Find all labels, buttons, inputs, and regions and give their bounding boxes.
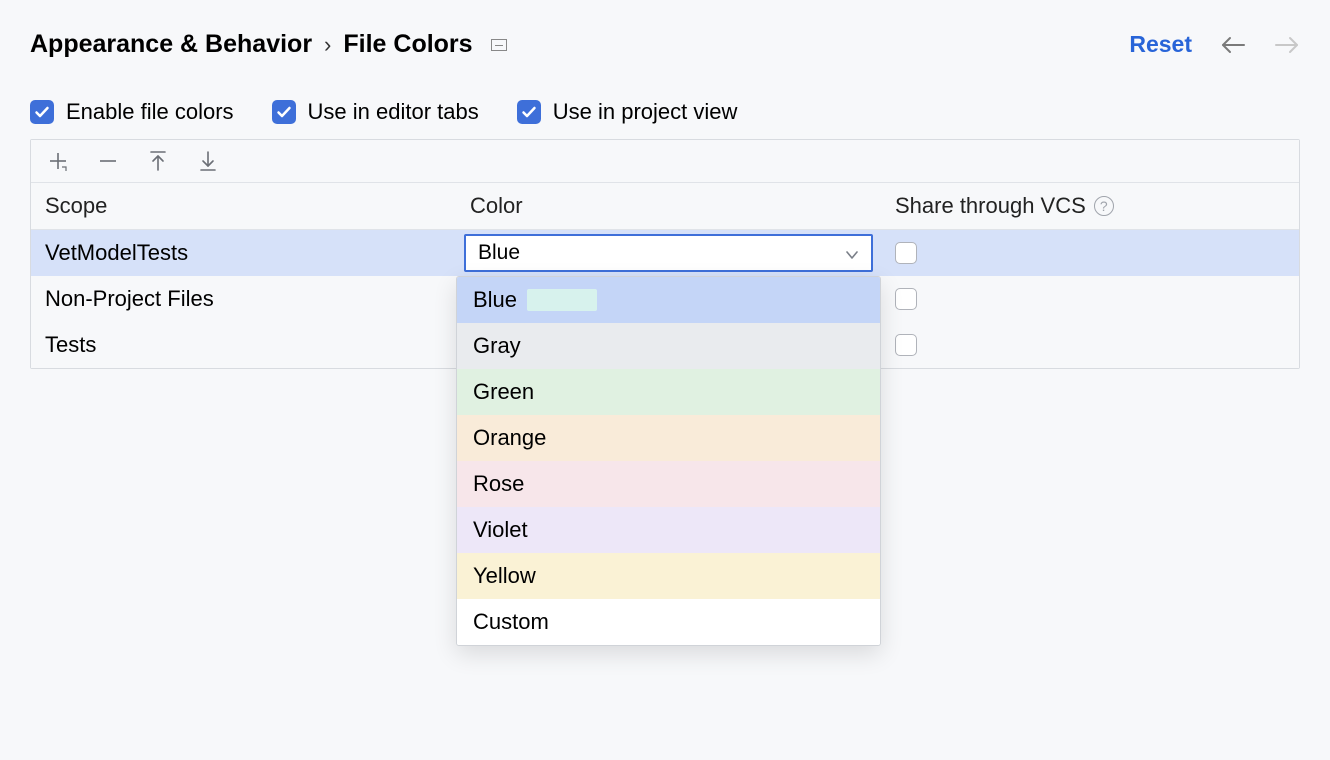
color-select-value: Blue	[478, 241, 520, 265]
add-button[interactable]	[47, 150, 69, 172]
help-icon[interactable]: ?	[1094, 196, 1114, 216]
dropdown-item-orange[interactable]: Orange	[457, 415, 880, 461]
dropdown-item-yellow[interactable]: Yellow	[457, 553, 880, 599]
separator-icon	[491, 39, 507, 51]
checkbox-checked-icon	[517, 100, 541, 124]
file-colors-panel: Scope Color Share through VCS ? VetModel…	[30, 139, 1300, 369]
breadcrumb-parent[interactable]: Appearance & Behavior	[30, 30, 312, 59]
table-header: Scope Color Share through VCS ?	[31, 183, 1299, 230]
use-editor-tabs-checkbox[interactable]: Use in editor tabs	[272, 99, 479, 125]
dropdown-item-blue[interactable]: Blue	[457, 277, 880, 323]
share-checkbox[interactable]	[895, 288, 917, 310]
page-header: Appearance & Behavior › File Colors Rese…	[30, 30, 1300, 59]
dropdown-item-label: Yellow	[473, 563, 536, 589]
table-body: VetModelTests Blue Blue Gray	[31, 230, 1299, 368]
dropdown-item-label: Gray	[473, 333, 521, 359]
scope-cell: Tests	[31, 324, 456, 366]
dropdown-item-label: Green	[473, 379, 534, 405]
checkbox-checked-icon	[272, 100, 296, 124]
enable-file-colors-checkbox[interactable]: Enable file colors	[30, 99, 234, 125]
dropdown-item-label: Orange	[473, 425, 546, 451]
move-down-button[interactable]	[197, 150, 219, 172]
header-share: Share through VCS ?	[881, 183, 1299, 229]
share-checkbox[interactable]	[895, 242, 917, 264]
table-row[interactable]: VetModelTests Blue Blue Gray	[31, 230, 1299, 276]
header-color: Color	[456, 183, 881, 229]
dropdown-item-label: Violet	[473, 517, 528, 543]
scope-cell: VetModelTests	[31, 232, 456, 274]
forward-button[interactable]	[1274, 36, 1300, 54]
checkbox-label: Enable file colors	[66, 99, 234, 125]
header-actions: Reset	[1129, 31, 1300, 58]
chevron-down-icon	[845, 240, 859, 266]
dropdown-item-label: Blue	[473, 287, 517, 313]
header-share-label: Share through VCS	[895, 193, 1086, 219]
back-button[interactable]	[1220, 36, 1246, 54]
share-cell	[881, 284, 1299, 314]
scope-cell: Non-Project Files	[31, 278, 456, 320]
color-swatch	[527, 289, 597, 311]
dropdown-item-rose[interactable]: Rose	[457, 461, 880, 507]
color-select[interactable]: Blue	[464, 234, 873, 272]
checkbox-label: Use in project view	[553, 99, 738, 125]
dropdown-item-green[interactable]: Green	[457, 369, 880, 415]
checkbox-label: Use in editor tabs	[308, 99, 479, 125]
dropdown-item-custom[interactable]: Custom	[457, 599, 880, 645]
dropdown-item-gray[interactable]: Gray	[457, 323, 880, 369]
color-dropdown: Blue Gray Green Orange Rose	[456, 276, 881, 646]
color-cell: Blue Blue Gray Green	[456, 230, 881, 276]
reset-button[interactable]: Reset	[1129, 31, 1192, 58]
options-row: Enable file colors Use in editor tabs Us…	[30, 99, 1300, 125]
chevron-right-icon: ›	[324, 32, 331, 58]
share-cell	[881, 330, 1299, 360]
share-checkbox[interactable]	[895, 334, 917, 356]
header-scope: Scope	[31, 183, 456, 229]
share-cell	[881, 238, 1299, 268]
dropdown-item-label: Rose	[473, 471, 524, 497]
remove-button[interactable]	[97, 150, 119, 172]
move-up-button[interactable]	[147, 150, 169, 172]
dropdown-item-label: Custom	[473, 609, 549, 635]
checkbox-checked-icon	[30, 100, 54, 124]
use-project-view-checkbox[interactable]: Use in project view	[517, 99, 738, 125]
breadcrumb: Appearance & Behavior › File Colors	[30, 30, 507, 59]
dropdown-item-violet[interactable]: Violet	[457, 507, 880, 553]
table-toolbar	[31, 140, 1299, 183]
breadcrumb-current: File Colors	[343, 30, 472, 59]
